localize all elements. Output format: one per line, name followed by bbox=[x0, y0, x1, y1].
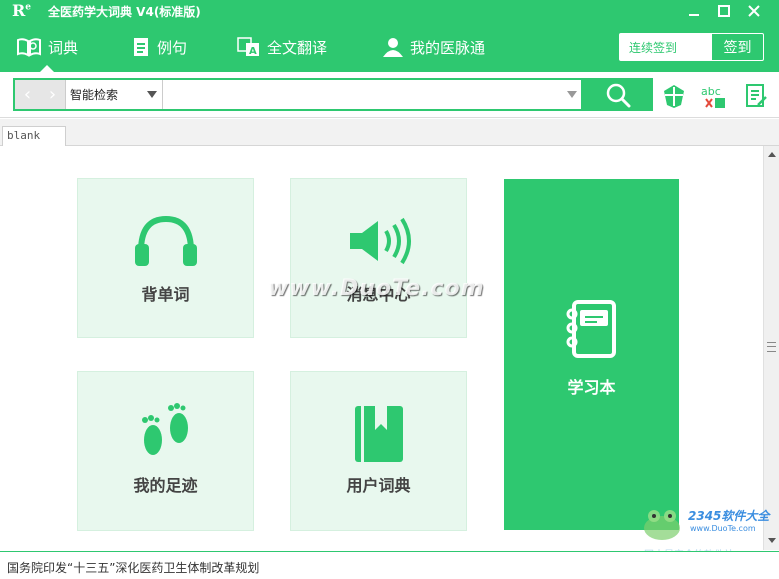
tile-messages[interactable]: 消息中心 bbox=[290, 178, 467, 338]
tile-history-label: 我的足迹 bbox=[133, 476, 198, 495]
signin-button[interactable]: 签到 bbox=[712, 34, 763, 60]
tab-my-account-label: 我的医脉通 bbox=[410, 38, 486, 57]
maximize-icon bbox=[718, 5, 730, 17]
news-headline[interactable]: 国务院印发“十三五”深化医药卫生体制改革规划 bbox=[7, 561, 259, 575]
corner-brand: 2345软件大全 bbox=[688, 509, 770, 523]
tile-study-notebook-label: 学习本 bbox=[567, 378, 616, 397]
user-icon bbox=[382, 37, 404, 57]
signin-widget: 连续签到 签到 bbox=[619, 33, 764, 61]
minimize-icon bbox=[689, 14, 699, 16]
document-icon bbox=[131, 37, 151, 57]
footprints-icon bbox=[141, 403, 188, 455]
signin-streak: 连续签到 bbox=[620, 34, 712, 60]
frog-mascot-icon bbox=[644, 510, 680, 540]
close-icon bbox=[748, 5, 760, 17]
tile-user-dictionary-label: 用户词典 bbox=[346, 476, 411, 495]
svg-text:A: A bbox=[249, 46, 257, 57]
tile-vocabulary-label: 背单词 bbox=[141, 285, 190, 304]
headphones-icon bbox=[134, 215, 197, 266]
tab-translate-label: 全文翻译 bbox=[267, 38, 328, 57]
shield-icon bbox=[664, 85, 684, 108]
chevron-down-icon bbox=[147, 91, 157, 98]
tile-study-notebook[interactable]: 学习本 bbox=[504, 179, 679, 530]
app-logo: Re bbox=[12, 1, 32, 20]
window-title: 全医药学大词典 V4(标准版) bbox=[48, 5, 201, 19]
main-toolbar: 词典 例句 A 全文翻译 我的医脉通 连续签到 签到 bbox=[0, 22, 779, 72]
tab-translate[interactable]: A 全文翻译 bbox=[237, 22, 327, 72]
bookmark-book-icon bbox=[354, 406, 403, 462]
forward-button[interactable]: › bbox=[49, 84, 56, 105]
tile-user-dictionary[interactable]: 用户词典 bbox=[290, 371, 467, 531]
tab-examples[interactable]: 例句 bbox=[131, 22, 187, 72]
notebook-icon bbox=[566, 300, 616, 358]
spellcheck-icon: abc bbox=[701, 85, 725, 108]
svg-text:abc: abc bbox=[701, 85, 721, 98]
history-dropdown-icon[interactable] bbox=[567, 91, 577, 98]
tab-dictionary[interactable]: 词典 bbox=[16, 22, 78, 72]
history-nav: ‹ › bbox=[15, 80, 65, 109]
notes-tool-button[interactable] bbox=[742, 82, 770, 110]
title-bar: Re 全医药学大词典 V4(标准版) bbox=[0, 0, 779, 22]
home-panel: 背单词 消息中心 学习本 我的足迹 用户词典 bbox=[0, 146, 763, 550]
search-mode-select[interactable]: 智能检索 bbox=[65, 80, 163, 109]
tile-history[interactable]: 我的足迹 bbox=[77, 371, 254, 531]
search-icon bbox=[606, 83, 631, 107]
tab-examples-label: 例句 bbox=[157, 38, 188, 57]
tab-my-account[interactable]: 我的医脉通 bbox=[382, 22, 485, 72]
search-input[interactable] bbox=[164, 80, 564, 109]
search-box: ‹ › 智能检索 bbox=[13, 78, 583, 111]
vertical-scrollbar[interactable] bbox=[763, 146, 779, 550]
site-watermark: www.DuoTe.com bbox=[268, 276, 485, 301]
search-bar: ‹ › 智能检索 abc bbox=[0, 72, 779, 118]
translate-icon: A bbox=[237, 37, 261, 57]
search-mode-label: 智能检索 bbox=[70, 88, 119, 102]
corner-url: www.DuoTe.com bbox=[690, 524, 756, 533]
document-tab-bar: blank bbox=[0, 119, 779, 146]
speaker-icon bbox=[349, 217, 411, 265]
scroll-grip[interactable] bbox=[767, 342, 776, 352]
tab-blank[interactable]: blank bbox=[2, 126, 66, 146]
tile-vocabulary[interactable]: 背单词 bbox=[77, 178, 254, 338]
minimize-button[interactable] bbox=[680, 0, 708, 22]
news-ticker[interactable]: 国务院印发“十三五”深化医药卫生体制改革规划 bbox=[0, 551, 779, 579]
tab-dictionary-label: 词典 bbox=[48, 38, 79, 57]
notes-icon bbox=[746, 84, 767, 107]
scroll-up-icon[interactable] bbox=[768, 152, 776, 157]
back-button[interactable]: ‹ bbox=[24, 84, 31, 105]
search-button[interactable] bbox=[583, 78, 653, 111]
maximize-button[interactable] bbox=[710, 0, 738, 22]
spellcheck-tool-button[interactable]: abc bbox=[700, 82, 728, 110]
shield-tool-button[interactable] bbox=[660, 82, 688, 110]
close-button[interactable] bbox=[740, 0, 768, 22]
book-icon bbox=[16, 37, 42, 57]
